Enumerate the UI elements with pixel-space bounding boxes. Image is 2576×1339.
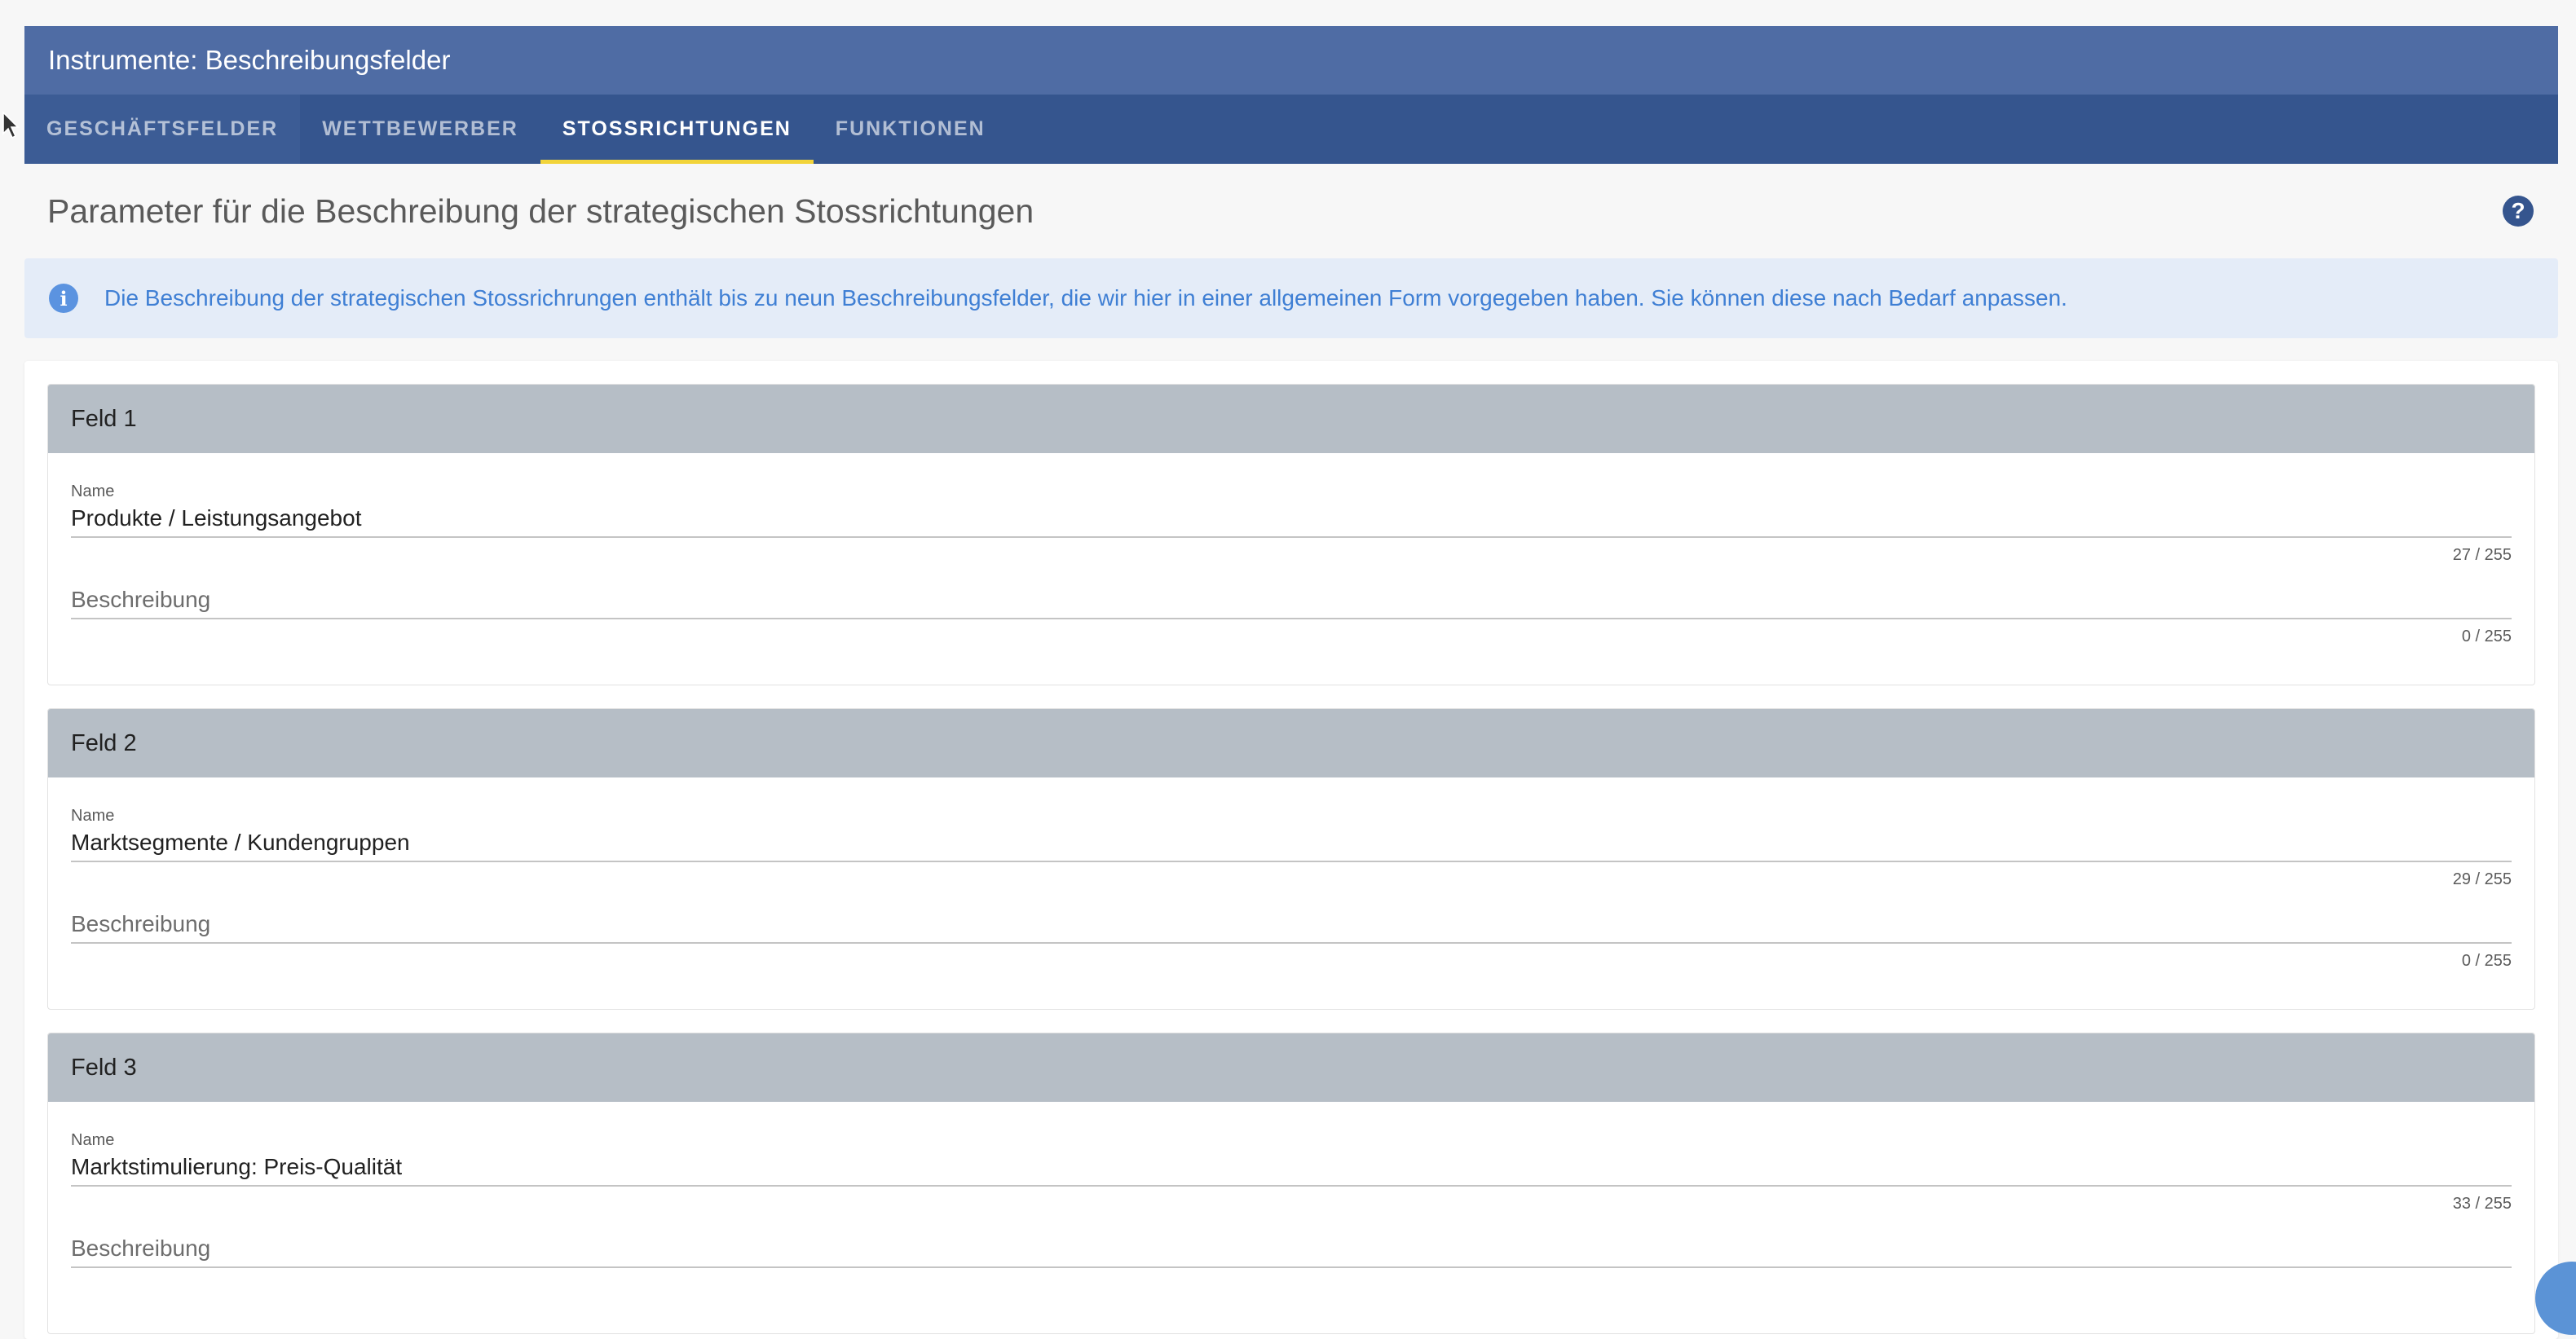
info-icon: i xyxy=(49,284,78,313)
page-title: Parameter für die Beschreibung der strat… xyxy=(47,192,1034,230)
char-counter: 33 / 255 xyxy=(2452,1195,2512,1213)
alert-text: Die Beschreibung der strategischen Stoss… xyxy=(104,285,2067,311)
field-header: Feld 3 xyxy=(48,1033,2534,1102)
name-field: Name Marktstimulierung: Preis-Qualität 3… xyxy=(71,1131,2512,1232)
tab-label: STOSSRICHTUNGEN xyxy=(562,117,792,140)
description-field: Beschreibung 0 / 255 xyxy=(71,584,2512,685)
tab-funktionen[interactable]: FUNKTIONEN xyxy=(814,95,1008,164)
name-label: Name xyxy=(71,482,115,500)
name-label: Name xyxy=(71,807,115,825)
field-header: Feld 2 xyxy=(48,709,2534,777)
name-field: Name Marktsegmente / Kundengruppen 29 / … xyxy=(71,807,2512,908)
field-title: Feld 3 xyxy=(71,1054,137,1081)
tab-bar: GESCHÄFTSFELDER WETTBEWERBER STOSSRICHTU… xyxy=(24,95,2558,164)
field-card-1: Feld 1 Name Produkte / Leistungsangebot … xyxy=(47,384,2535,685)
field-body: Name Marktsegmente / Kundengruppen 29 / … xyxy=(48,777,2534,1009)
card-title: Instrumente: Beschreibungsfelder xyxy=(48,45,451,75)
field-body: Name Produkte / Leistungsangebot 27 / 25… xyxy=(48,453,2534,685)
description-input[interactable]: Beschreibung xyxy=(71,584,2512,619)
tab-label: GESCHÄFTSFELDER xyxy=(46,117,279,140)
description-input[interactable]: Beschreibung xyxy=(71,1232,2512,1268)
info-alert: i Die Beschreibung der strategischen Sto… xyxy=(24,258,2558,338)
char-counter: 0 / 255 xyxy=(2461,952,2512,970)
name-label: Name xyxy=(71,1131,115,1149)
mouse-cursor-icon xyxy=(2,111,20,139)
name-input[interactable]: Marktstimulierung: Preis-Qualität xyxy=(71,1151,2512,1187)
tab-wettbewerber[interactable]: WETTBEWERBER xyxy=(300,95,540,164)
instrument-card: Instrumente: Beschreibungsfelder GESCHÄF… xyxy=(24,26,2558,1339)
description-field: Beschreibung 0 / 255 xyxy=(71,908,2512,1009)
char-counter: 27 / 255 xyxy=(2452,546,2512,564)
char-counter: 0 / 255 xyxy=(2461,628,2512,645)
name-field: Name Produkte / Leistungsangebot 27 / 25… xyxy=(71,482,2512,584)
tab-geschaeftsfelder[interactable]: GESCHÄFTSFELDER xyxy=(24,95,301,164)
description-field: Beschreibung xyxy=(71,1232,2512,1333)
field-header: Feld 1 xyxy=(48,385,2534,453)
field-title: Feld 1 xyxy=(71,405,137,432)
tab-label: FUNKTIONEN xyxy=(835,117,986,140)
card-header: Instrumente: Beschreibungsfelder xyxy=(24,26,2558,95)
tab-stossrichtungen[interactable]: STOSSRICHTUNGEN xyxy=(540,95,814,164)
field-title: Feld 2 xyxy=(71,729,137,756)
field-card-3: Feld 3 Name Marktstimulierung: Preis-Qua… xyxy=(47,1033,2535,1334)
field-card-2: Feld 2 Name Marktsegmente / Kundengruppe… xyxy=(47,708,2535,1010)
description-input[interactable]: Beschreibung xyxy=(71,908,2512,944)
field-body: Name Marktstimulierung: Preis-Qualität 3… xyxy=(48,1102,2534,1333)
name-input[interactable]: Produkte / Leistungsangebot xyxy=(71,502,2512,538)
name-input[interactable]: Marktsegmente / Kundengruppen xyxy=(71,826,2512,862)
fields-panel: Feld 1 Name Produkte / Leistungsangebot … xyxy=(24,361,2558,1339)
page-title-row: Parameter für die Beschreibung der strat… xyxy=(24,164,2558,258)
char-counter: 29 / 255 xyxy=(2452,870,2512,888)
tab-label: WETTBEWERBER xyxy=(322,117,518,140)
help-icon[interactable]: ? xyxy=(2503,196,2534,227)
